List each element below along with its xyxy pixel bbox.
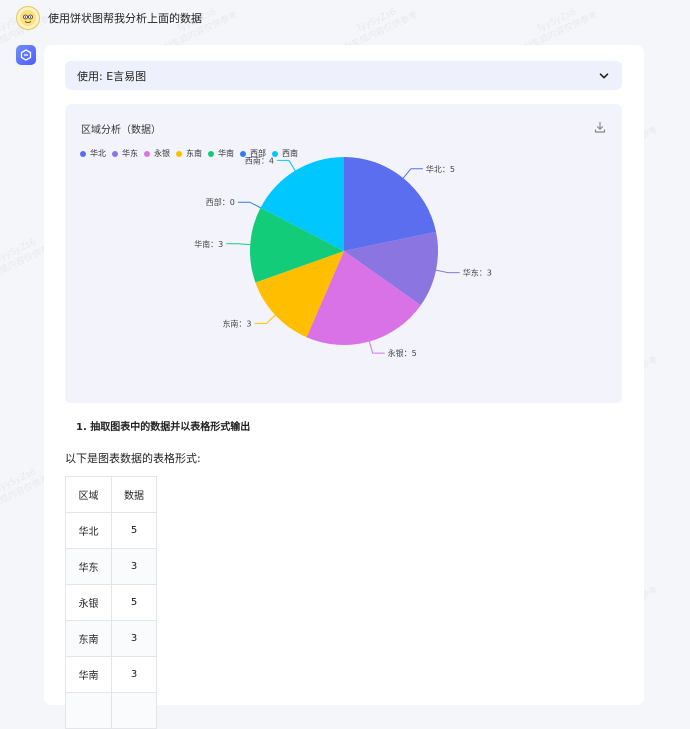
svg-text:TyySyZs6: TyySyZs6 — [0, 467, 38, 495]
table-cell-region: 东南 — [65, 620, 112, 657]
pie-slice-label: 华东：3 — [463, 268, 492, 278]
intro-text: 以下是图表数据的表格形式: — [65, 452, 201, 465]
table-cell-region: 华东 — [65, 548, 112, 585]
svg-text:TyySyZs6: TyySyZs6 — [354, 7, 398, 35]
user-avatar-icon — [20, 10, 36, 26]
pie-slice-label: 华北：5 — [426, 164, 455, 174]
table-cell-region: 华南 — [65, 656, 112, 693]
chart-panel: 区域分析（数据） 华北 华东 永银 东南 华南 西部 西南 华北：5 华东：3 永银：5 东南：3… — [65, 104, 622, 403]
user-message: 使用饼状图帮我分析上面的数据 — [16, 6, 202, 30]
pie-leader-line — [237, 201, 261, 209]
svg-text:TyySyZs6: TyySyZs6 — [0, 237, 38, 265]
pie-leader-line — [368, 341, 385, 354]
table-cell-value: 5 — [111, 512, 157, 549]
user-avatar — [16, 6, 40, 30]
svg-text:TyySyZs6: TyySyZs6 — [534, 7, 578, 35]
pie-slice-label: 西部：0 — [206, 197, 235, 207]
assistant-avatar — [16, 45, 36, 65]
table-header-row: 区域 数据 — [65, 476, 157, 513]
pie-slice-label: 永银：5 — [388, 348, 417, 358]
table-cell-value: 5 — [111, 584, 157, 621]
table-cell-region: 永银 — [65, 584, 112, 621]
table-row: 东南 3 — [65, 620, 157, 657]
table-cell-value: 3 — [111, 548, 157, 585]
tool-usage-label: 使用: E言易图 — [77, 69, 147, 83]
table-row: 永银 5 — [65, 584, 157, 621]
pie-leader-line — [435, 269, 460, 274]
tool-usage-toggle[interactable]: 使用: E言易图 — [65, 61, 622, 90]
pie-chart: 华北：5 华东：3 永银：5 东南：3 华南：3 西部：0 西南：4 — [194, 155, 492, 358]
table-cell-region — [65, 692, 112, 729]
pie-leader-line — [402, 168, 423, 179]
pie-leader-line — [276, 159, 296, 171]
section-heading: 1. 抽取图表中的数据并以表格形式输出 — [76, 422, 251, 433]
answer-card: 使用: E言易图 区域分析（数据） 华北 华东 永银 东南 华南 西部 西南 华北：5 华东：… — [44, 45, 644, 729]
table-cell-value: 3 — [111, 656, 157, 693]
table-row: 华北 5 — [65, 512, 157, 549]
table-row — [65, 692, 157, 729]
pie-leader-line — [226, 243, 251, 246]
table-cell-region: 华北 — [65, 512, 112, 549]
table-cell-value: 3 — [111, 620, 157, 657]
pie-leader-line — [254, 314, 276, 324]
table-row: 华南 3 — [65, 656, 157, 693]
pie-slice-label: 华南：3 — [194, 239, 223, 249]
table-cell-value — [111, 692, 157, 729]
chevron-down-icon[interactable] — [598, 70, 610, 82]
table-row: 华东 3 — [65, 548, 157, 585]
table-header-region: 区域 — [65, 476, 112, 513]
data-table: 区域 数据 华北 5 华东 3 永银 5 东南 3 华南 3 — [65, 476, 157, 729]
assistant-logo-icon — [20, 49, 32, 61]
table-header-value: 数据 — [111, 476, 157, 513]
pie-slice-label: 西南：4 — [245, 155, 274, 165]
pie-slice-label: 东南：3 — [222, 318, 251, 328]
user-question: 使用饼状图帮我分析上面的数据 — [48, 12, 202, 25]
